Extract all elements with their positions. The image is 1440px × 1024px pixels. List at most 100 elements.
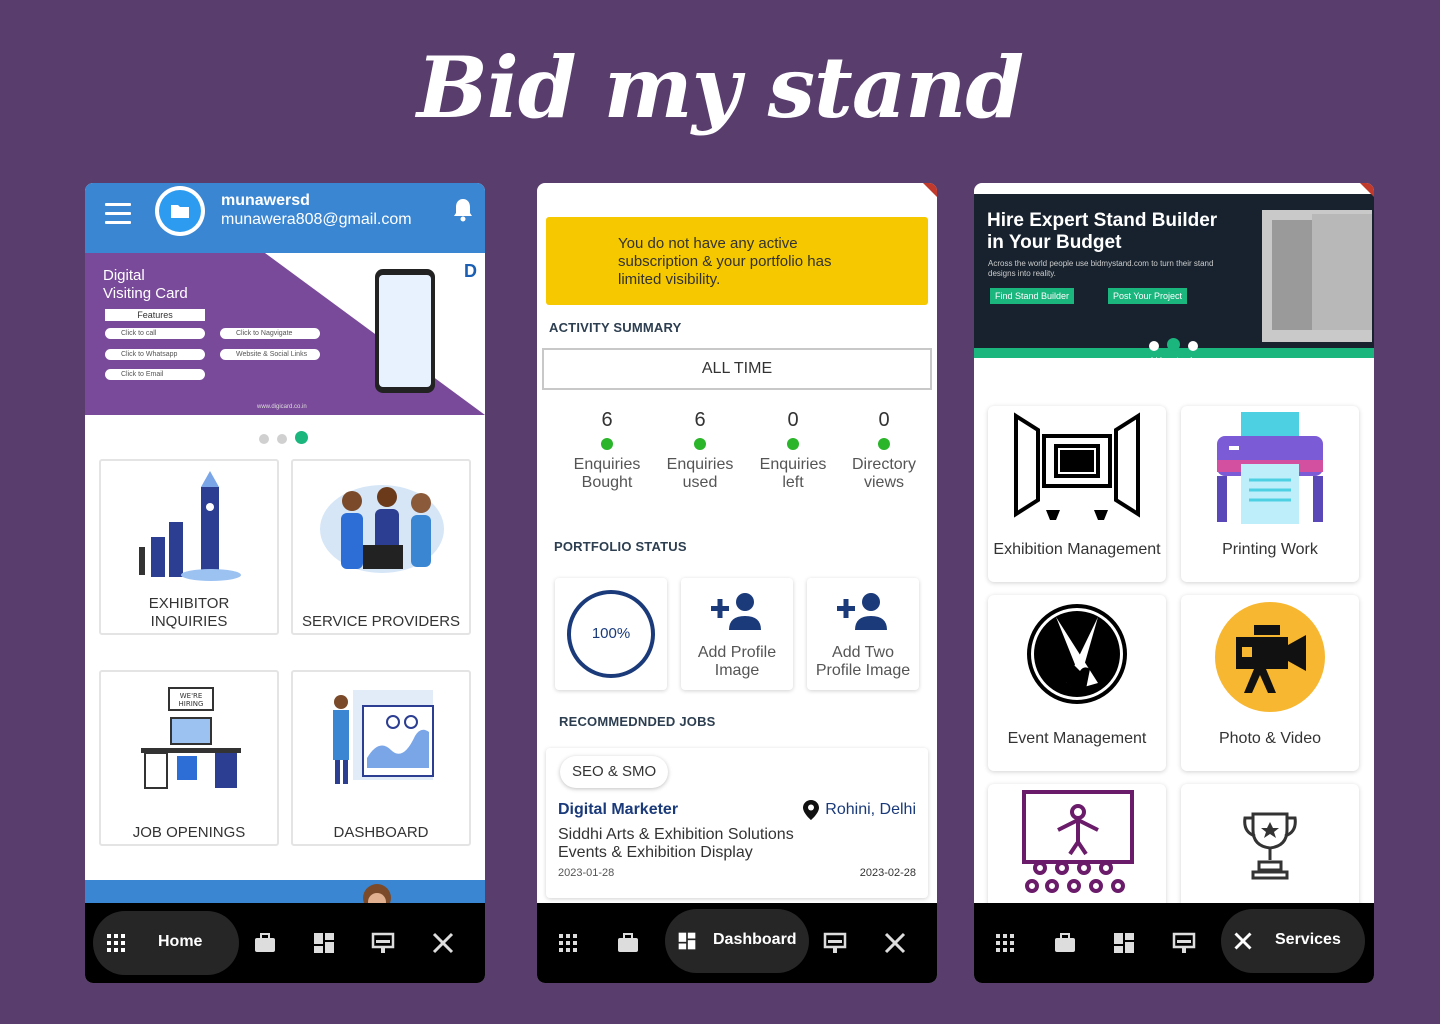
job-title: Digital Marketer (558, 801, 679, 818)
menu-icon[interactable] (105, 203, 131, 225)
all-time-filter[interactable]: ALL TIME (542, 348, 932, 390)
banner-url: www.bidmystand.com (1132, 356, 1210, 365)
user-email: munawera808@gmail.com (221, 211, 412, 228)
chip-navigate: Click to Nagvigate (220, 328, 320, 339)
card-label: EXHIBITOR INQUIRIES (148, 595, 230, 630)
bottom-nav: Dashboard (537, 903, 937, 983)
bottom-banner-strip (85, 880, 485, 905)
stat-directory-views: 0 Directory views (851, 409, 916, 491)
dashboard-icon[interactable] (1112, 931, 1136, 955)
hiring-desk-icon: WE'RE HIRING (141, 687, 241, 789)
nav-dashboard[interactable]: Dashboard (665, 909, 809, 973)
location-pin-icon (803, 800, 820, 820)
activity-summary-heading: ACTIVITY SUMMARY (549, 320, 682, 335)
app-header: munawersd munawera808@gmail.com (85, 183, 485, 253)
nav-services[interactable]: Services (1221, 909, 1365, 973)
digital-visiting-card-banner[interactable]: Digital Visiting Card Features Click to … (85, 253, 485, 415)
card-dashboard[interactable]: DASHBOARD (291, 670, 471, 846)
job-end-date: 2023-02-28 (859, 867, 916, 879)
job-company: Siddhi Arts & Exhibition Solutions Events… (558, 826, 794, 861)
card-label: Add Two Profile Image (815, 644, 911, 679)
add-person-icon (711, 593, 761, 630)
bell-icon[interactable] (451, 197, 475, 223)
phone-mockup-image (375, 269, 435, 393)
tools-icon[interactable] (431, 931, 455, 955)
rocket-growth-icon (139, 471, 241, 581)
stat-enquiries-used: 6 Enquiries used (666, 409, 734, 491)
progress-ring: 100% (567, 590, 655, 678)
stat-enquiries-bought: 6 Enquiries Bought (573, 409, 641, 491)
banner-subtitle: Across the world people use bidmystand.c… (988, 259, 1214, 278)
grid-apps-icon[interactable] (559, 934, 577, 952)
card-label: SERVICE PROVIDERS (301, 613, 461, 630)
bottom-nav: Services (974, 903, 1374, 983)
add-two-profile-image-card[interactable]: Add Two Profile Image (807, 578, 919, 690)
dashboard-chart-icon (333, 690, 434, 784)
card-service-providers[interactable]: SERVICE PROVIDERS (291, 459, 471, 635)
dashboard-icon (678, 932, 696, 950)
recommended-jobs-heading: RECOMMEDNDED JOBS (559, 714, 716, 729)
grid-apps-icon (107, 934, 125, 952)
service-exhibition-management[interactable]: Exhibition Management (988, 406, 1166, 582)
job-tag: SEO & SMO (560, 756, 669, 788)
banner-title: Digital Visiting Card (103, 267, 188, 302)
tools-icon[interactable] (883, 931, 907, 955)
card-label: JOB OPENINGS (132, 824, 246, 841)
banner-url: www.digicard.co.in (257, 404, 307, 410)
job-card[interactable]: SEO & SMO Digital Marketer Rohini, Delhi… (546, 748, 928, 898)
kiosk-icon[interactable] (1172, 931, 1196, 955)
card-exhibitor-inquiries[interactable]: EXHIBITOR INQUIRIES (99, 459, 279, 635)
video-camera-icon (1215, 602, 1325, 712)
page-title: Bid my stand (416, 38, 1024, 137)
team-people-icon (320, 485, 444, 573)
job-location: Rohini, Delhi (803, 800, 916, 820)
svg-text:HIRING: HIRING (179, 700, 204, 708)
portfolio-progress-card: 100% (555, 578, 667, 690)
job-start-date: 2023-01-28 (558, 867, 615, 879)
carousel-dots (1149, 338, 1206, 356)
person-photo-icon (363, 884, 391, 905)
svg-text:WE'RE: WE'RE (180, 692, 203, 700)
stat-enquiries-left: 0 Enquiries left (759, 409, 827, 491)
card-label: DASHBOARD (333, 824, 429, 841)
nav-home[interactable]: Home (93, 911, 239, 975)
portfolio-status-heading: PORTFOLIO STATUS (554, 539, 687, 554)
find-stand-builder-button[interactable]: Find Stand Builder (990, 288, 1075, 304)
dashboard-icon[interactable] (312, 931, 336, 955)
printer-icon (1217, 412, 1323, 524)
service-label: Photo & Video (1218, 730, 1321, 747)
features-label: Features (105, 309, 205, 321)
kiosk-icon[interactable] (823, 931, 847, 955)
briefcase-icon[interactable] (1053, 931, 1077, 955)
exhibition-stage-icon (1014, 412, 1140, 520)
service-label: Event Management (1007, 730, 1147, 747)
service-event-management[interactable]: Event Management (988, 595, 1166, 771)
concert-icon (1027, 604, 1127, 704)
briefcase-icon[interactable] (616, 931, 640, 955)
card-label: Add Profile Image (697, 644, 777, 679)
chip-email: Click to Email (105, 369, 205, 380)
chip-call: Click to call (105, 328, 205, 339)
hire-stand-builder-banner[interactable]: Hire Expert Stand Builder in Your Budget … (974, 194, 1374, 365)
user-name: munawersd (221, 192, 310, 209)
stand-image (1262, 210, 1372, 342)
chip-whatsapp: Click to Whatsapp (105, 349, 205, 360)
grid-apps-icon[interactable] (996, 934, 1014, 952)
service-photo-video[interactable]: Photo & Video (1181, 595, 1359, 771)
service-printing-work[interactable]: Printing Work (1181, 406, 1359, 582)
post-your-project-button[interactable]: Post Your Project (1108, 288, 1188, 304)
service-label: Exhibition Management (993, 541, 1161, 558)
tools-icon (1234, 932, 1252, 950)
folder-icon (171, 205, 189, 218)
kiosk-icon[interactable] (371, 931, 395, 955)
phone-services-screen: Hire Expert Stand Builder in Your Budget … (974, 183, 1374, 983)
audience-stage-icon (1022, 790, 1134, 893)
chip-website: Website & Social Links (220, 349, 320, 360)
trophy-icon (1243, 812, 1297, 880)
banner-title: Hire Expert Stand Builder in Your Budget (987, 210, 1218, 253)
avatar[interactable] (155, 186, 205, 236)
add-profile-image-card[interactable]: Add Profile Image (681, 578, 793, 690)
card-job-openings[interactable]: WE'RE HIRING JOB OPENINGS (99, 670, 279, 846)
phone-dashboard-screen: You do not have any active subscription … (537, 183, 937, 983)
briefcase-icon[interactable] (253, 931, 277, 955)
